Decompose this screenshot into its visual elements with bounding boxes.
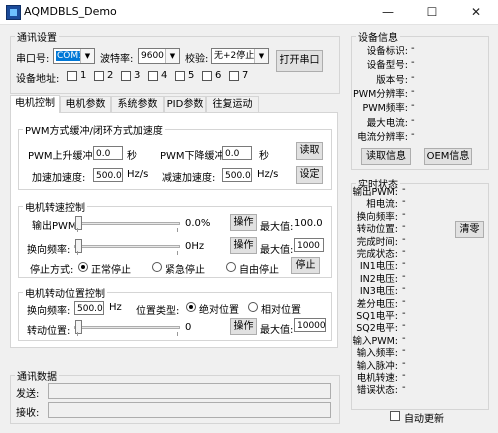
status-row-value: - — [402, 283, 406, 295]
device-info-row-value: - — [411, 57, 415, 69]
close-button[interactable]: ✕ — [454, 2, 498, 22]
status-row-value: - — [402, 196, 406, 208]
oem-info-button[interactable]: OEM信息 — [424, 148, 472, 165]
auto-update-checkbox[interactable] — [390, 411, 400, 421]
status-row-value: - — [402, 357, 406, 369]
status-row-value: - — [402, 332, 406, 344]
pwm-fall-label: PWM下降缓冲: — [160, 151, 228, 162]
receive-label: 接收: — [16, 408, 40, 419]
clear-button[interactable]: 清零 — [455, 221, 484, 238]
accel-unit: Hz/s — [127, 169, 149, 180]
device-info-row-label: 设备型号: — [366, 60, 408, 72]
status-row-value: - — [402, 208, 406, 220]
decel-input[interactable]: 500.0 — [222, 168, 252, 182]
device-info-row-value: - — [411, 114, 415, 126]
device-info-row-value: - — [411, 128, 415, 140]
app-icon — [6, 5, 21, 20]
status-row-value: - — [402, 221, 406, 233]
status-row-value: - — [402, 295, 406, 307]
comm-settings-legend: 通讯设置 — [17, 33, 57, 44]
status-row-value: - — [402, 370, 406, 381]
device-info-row-label: 设备标识: — [366, 46, 408, 57]
device-info-row-label: PWM分辨率: — [352, 88, 408, 100]
pwm-rise-input[interactable]: 0.0 — [93, 146, 123, 160]
auto-update-label: 自动更新 — [404, 414, 444, 425]
receive-field[interactable] — [48, 402, 331, 418]
read-info-button[interactable]: 读取信息 — [361, 148, 411, 165]
device-info-row-value: - — [411, 43, 415, 54]
status-row-value: - — [402, 320, 406, 332]
pwm-fall-unit: 秒 — [259, 151, 269, 162]
status-row-value: - — [402, 233, 406, 245]
device-info-row-label: 电流分辨率: — [357, 131, 408, 143]
pwm-rise-label: PWM上升缓冲: — [28, 151, 96, 162]
status-row-value: - — [402, 184, 406, 195]
device-info-row-value: - — [411, 71, 415, 83]
accel-input[interactable]: 500.0 — [93, 168, 123, 182]
pwm-read-button[interactable]: 读取 — [296, 142, 323, 160]
window-title: AQMDBLS_Demo — [24, 5, 117, 18]
decel-label: 减速加速度: — [162, 173, 216, 184]
minimize-button[interactable]: — — [366, 2, 410, 22]
device-info-legend: 设备信息 — [358, 33, 398, 44]
status-row-label: 错误状态: — [356, 385, 398, 397]
decel-unit: Hz/s — [257, 169, 279, 180]
device-info-row-value: - — [411, 100, 415, 112]
status-row-value: - — [402, 258, 406, 270]
accel-label: 加速加速度: — [32, 173, 86, 184]
maximize-button[interactable]: ☐ — [410, 2, 454, 22]
status-row-value: - — [402, 246, 406, 257]
pwm-fall-input[interactable]: 0.0 — [222, 146, 252, 160]
status-row-value: - — [402, 308, 406, 319]
tab-motor-control[interactable]: 电机控制 — [10, 95, 60, 113]
device-info-row-label: PWM频率: — [362, 103, 408, 115]
status-row-value: - — [402, 270, 406, 282]
status-row-value: - — [402, 382, 406, 394]
status-row-value: - — [402, 345, 406, 357]
device-info-row-label: 版本号: — [376, 74, 408, 86]
pwm-rise-unit: 秒 — [127, 151, 137, 162]
pwm-set-button[interactable]: 设定 — [296, 166, 323, 184]
title-bar: AQMDBLS_Demo — ☐ ✕ — [0, 0, 498, 25]
device-info-row-label: 最大电流: — [366, 117, 408, 129]
device-info-row-value: - — [411, 85, 415, 97]
